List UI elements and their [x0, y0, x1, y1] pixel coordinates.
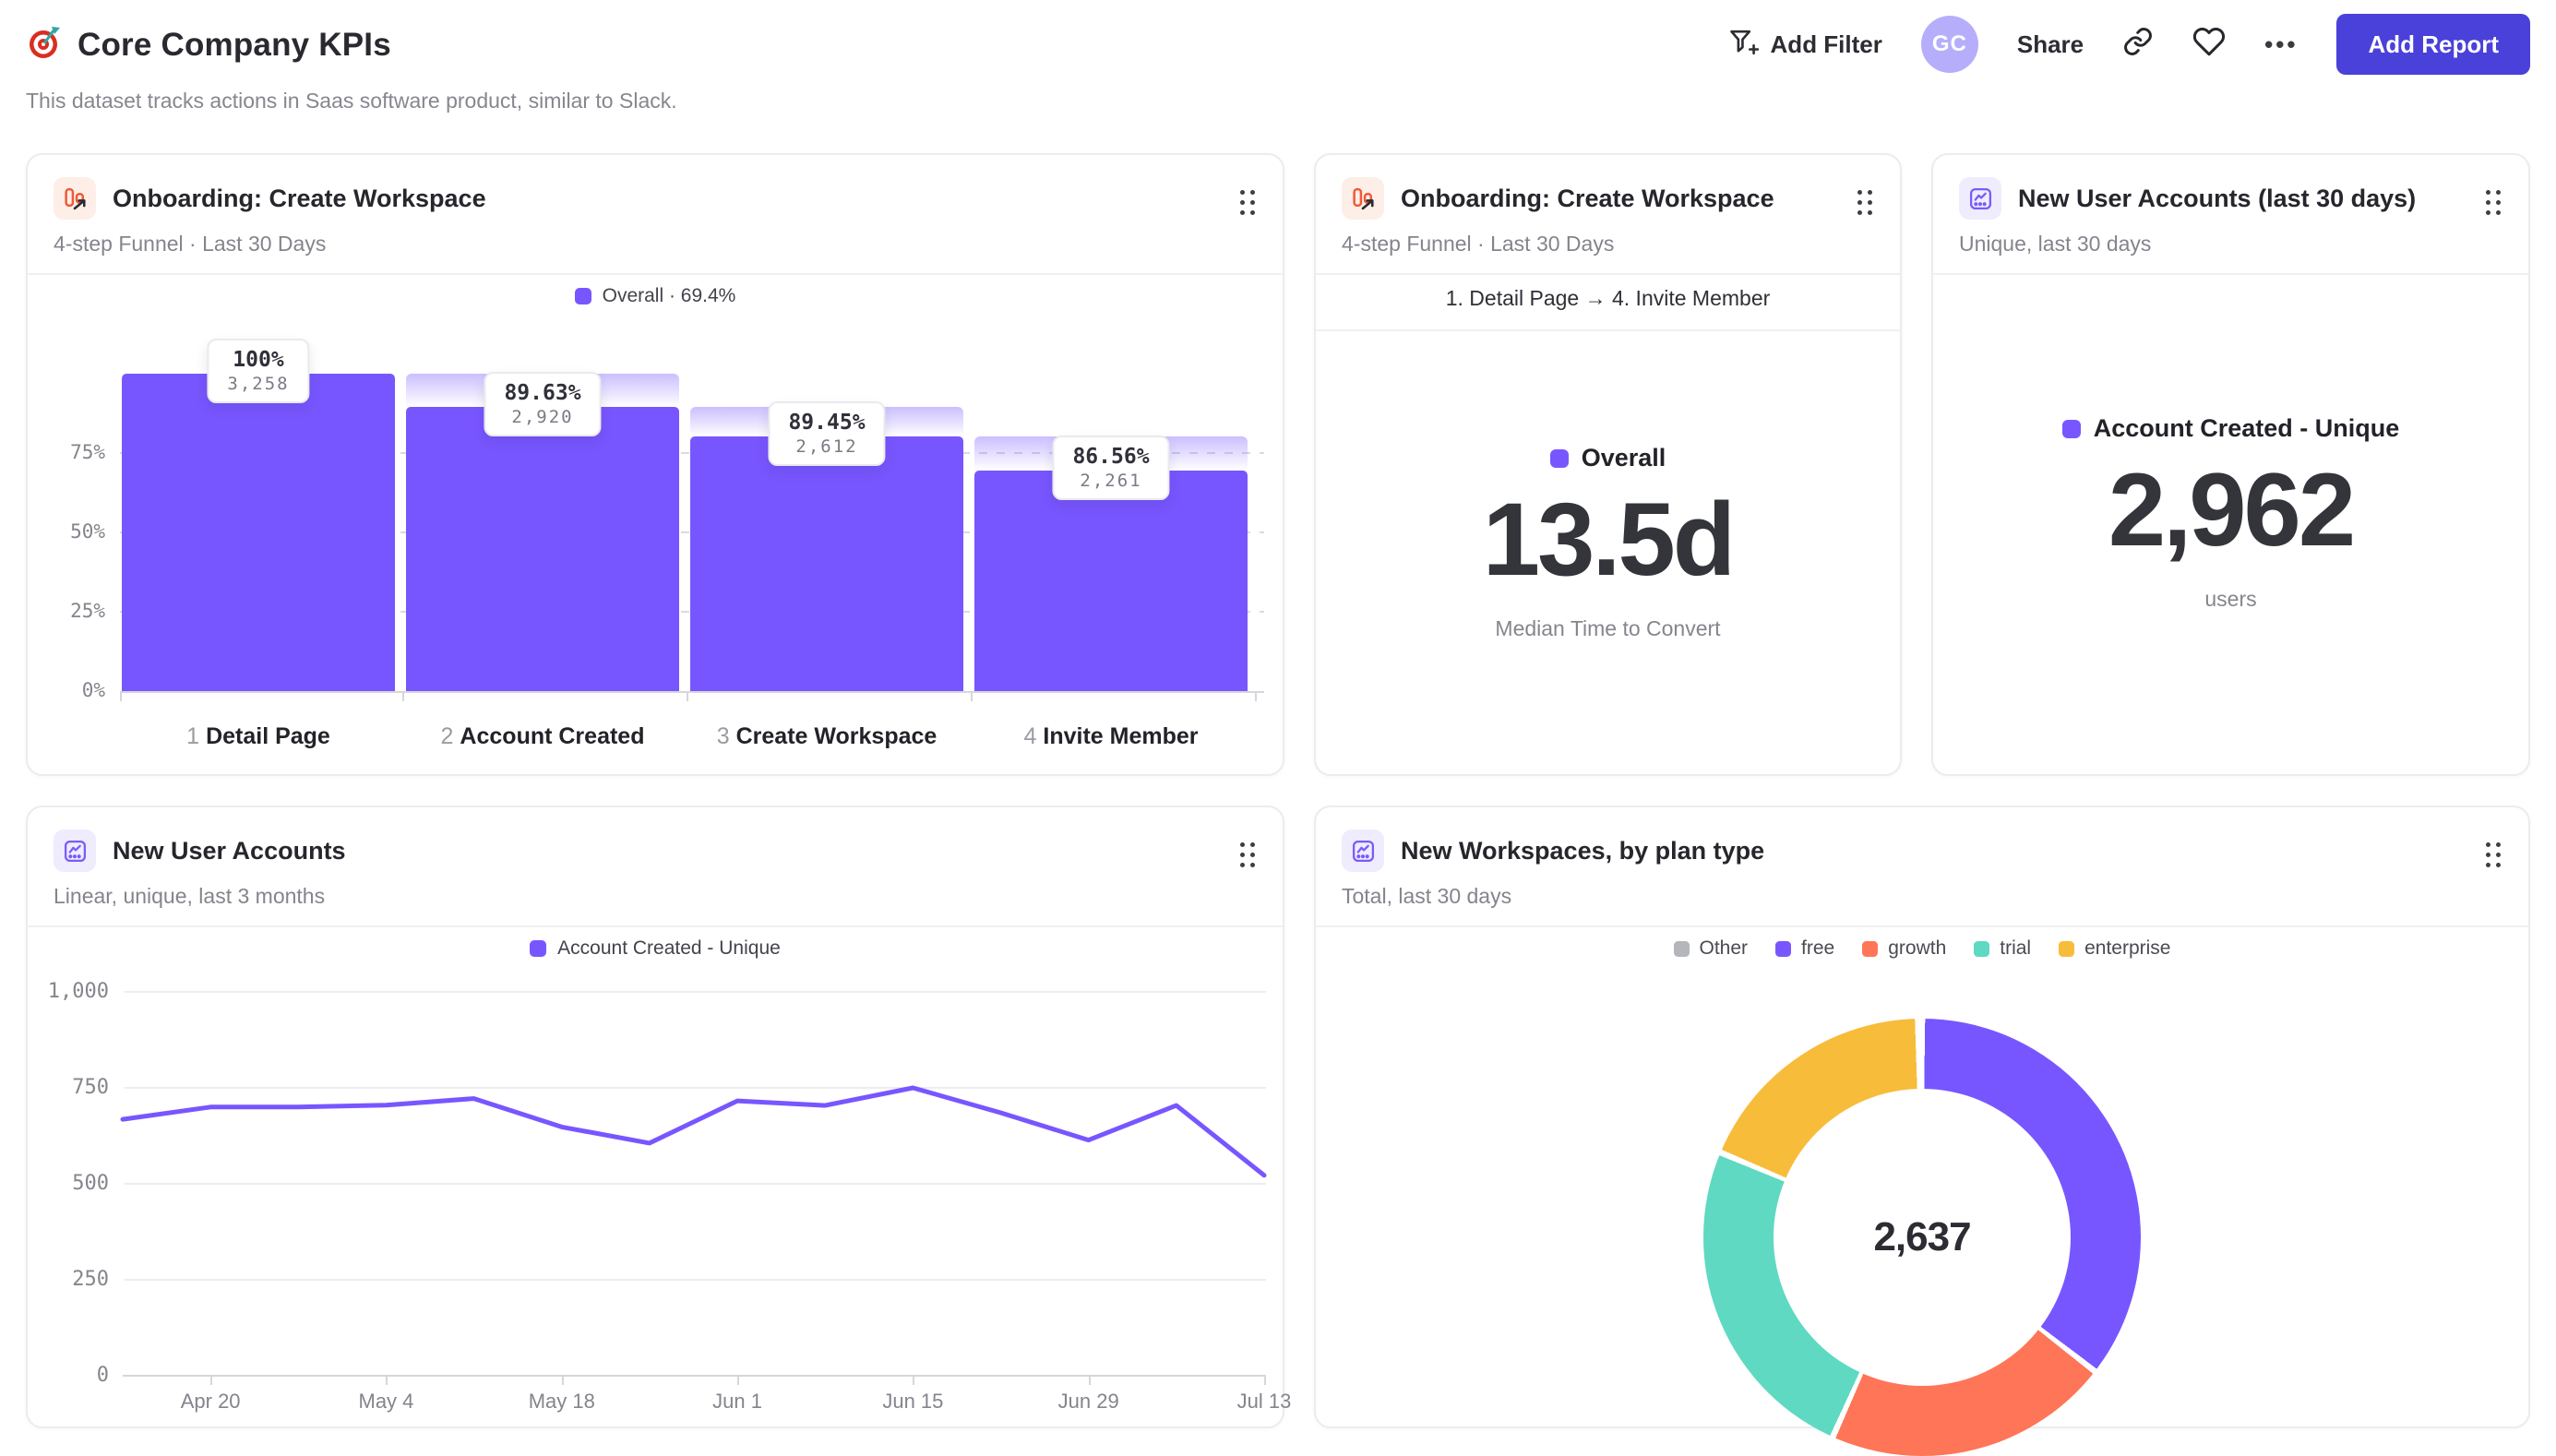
funnel-bar[interactable] [690, 436, 963, 691]
add-filter-button[interactable]: Add Filter [1727, 26, 1882, 64]
legend-item-free[interactable]: free [1775, 937, 1834, 960]
legend-overall[interactable]: Overall [1549, 444, 1666, 472]
insights-chart-icon [1959, 177, 2001, 220]
funnel-step-label: 3 Create Workspace [716, 723, 938, 749]
funnel-step-label: 4 Invite Member [1023, 723, 1199, 749]
legend-item-growth[interactable]: growth [1862, 937, 1946, 960]
funnel-step-label: 2 Account Created [440, 723, 645, 749]
donut-total: 2,637 [1873, 1214, 1971, 1259]
bar-value-tooltip: 89.63% 2,920 [484, 371, 602, 436]
more-menu-button[interactable]: ••• [2264, 30, 2298, 59]
drag-handle[interactable] [2486, 842, 2501, 867]
line-series[interactable] [28, 807, 1286, 1430]
card-header: Onboarding: Create Workspace [1316, 155, 1900, 220]
funnel-bar[interactable] [122, 374, 395, 691]
card-median-time-to-convert: Onboarding: Create Workspace 4-step Funn… [1314, 153, 1902, 776]
legend-label: Other [1699, 937, 1749, 959]
drag-handle[interactable] [1857, 190, 1872, 215]
legend-swatch [1862, 940, 1879, 957]
axis-tick [120, 693, 122, 701]
card-subtitle: 4-step Funnel · Last 30 Days [1342, 232, 1615, 256]
legend-label: Overall [1581, 444, 1666, 471]
share-button[interactable]: Share [2017, 30, 2084, 59]
funnel-chart-icon [1342, 177, 1384, 220]
y-axis-label: 0% [81, 679, 105, 701]
legend-swatch [2059, 940, 2075, 957]
donut-legend: Other free growth trial enterprise [1316, 937, 2528, 960]
funnel-plot: 75% 50% 25% 0% 100% 3,258 1 Detail Page 89.63% 2,… [28, 155, 1283, 774]
card-new-workspaces-by-plan: New Workspaces, by plan type Total, last… [1314, 806, 2530, 1456]
legend-swatch [1673, 940, 1690, 957]
add-filter-label: Add Filter [1770, 30, 1882, 58]
y-axis-label: 25% [70, 600, 105, 622]
target-icon [26, 24, 63, 66]
card-new-user-accounts-30d: New User Accounts (last 30 days) Unique,… [1931, 153, 2530, 776]
filter-plus-icon [1727, 26, 1759, 64]
metric-caption: Median Time to Convert [1495, 615, 1721, 640]
cards-grid: Onboarding: Create Workspace 4-step Funn… [26, 153, 2530, 1456]
legend-swatch [1549, 448, 1569, 468]
axis-tick [402, 693, 404, 701]
y-axis-label: 75% [70, 441, 105, 463]
metric-value: 13.5d [1482, 482, 1736, 597]
legend-account-created[interactable]: Account Created - Unique [2061, 414, 2400, 443]
card-subtitle: Unique, last 30 days [1959, 232, 2152, 256]
link-icon [2122, 26, 2154, 64]
legend-label: free [1801, 937, 1835, 959]
line-plot: 1,000 750 500 250 0 Apr 20 May 4 May 18 Jun 1 Jun… [28, 807, 1292, 1426]
insights-chart-icon [1342, 829, 1384, 872]
funnel-bar[interactable] [974, 471, 1248, 691]
donut-chart[interactable]: 2,637 [1703, 1019, 2141, 1456]
metric-value: 2,962 [2108, 452, 2356, 567]
card-new-user-accounts-line: New User Accounts Linear, unique, last 3… [26, 806, 1292, 1428]
page-title: Core Company KPIs [78, 26, 391, 63]
legend-swatch [1974, 940, 1990, 957]
legend-item-Other[interactable]: Other [1673, 937, 1749, 960]
axis-tick [1255, 693, 1257, 701]
card-onboarding-funnel: Onboarding: Create Workspace 4-step Funn… [26, 153, 1284, 776]
card-subtitle: Total, last 30 days [1342, 884, 1512, 908]
legend-label: enterprise [2084, 937, 2171, 959]
legend-swatch [2061, 419, 2081, 438]
add-report-button[interactable]: Add Report [2336, 14, 2530, 75]
bar-value-tooltip: 86.56% 2,261 [1052, 436, 1170, 501]
bar-value-tooltip: 100% 3,258 [207, 339, 310, 403]
dashboard-page: Core Company KPIs This dataset tracks ac… [0, 0, 2556, 1456]
funnel-bar[interactable] [406, 406, 679, 691]
legend-label: growth [1888, 937, 1947, 959]
avatar[interactable]: GC [1920, 16, 1978, 73]
legend-swatch [1775, 940, 1792, 957]
toolbar: Add Filter GC Share ••• Add Report [1727, 13, 2530, 76]
donut-center: 2,637 [1774, 1089, 2071, 1386]
card-title: New User Accounts (last 30 days) [2018, 184, 2417, 212]
heart-icon [2192, 25, 2226, 65]
legend-item-trial[interactable]: trial [1974, 937, 2031, 960]
funnel-range-label: 1. Detail Page → 4. Invite Member [1316, 274, 1900, 331]
legend-item-enterprise[interactable]: enterprise [2059, 937, 2170, 960]
funnel-step-label: 1 Detail Page [186, 723, 330, 749]
legend-label: Account Created - Unique [2093, 414, 2400, 442]
x-axis-line [120, 691, 1264, 693]
favorite-button[interactable] [2192, 25, 2226, 65]
page-header: Core Company KPIs [26, 24, 391, 66]
y-axis-label: 50% [70, 520, 105, 543]
axis-tick [687, 693, 688, 701]
page-subtitle: This dataset tracks actions in Saas soft… [26, 89, 677, 113]
card-header: New User Accounts (last 30 days) [1933, 155, 2528, 220]
card-title: New Workspaces, by plan type [1401, 836, 1765, 865]
card-header: New Workspaces, by plan type [1316, 807, 2528, 872]
copy-link-button[interactable] [2122, 26, 2154, 64]
axis-tick [971, 693, 973, 701]
drag-handle[interactable] [2486, 190, 2501, 215]
card-title: Onboarding: Create Workspace [1401, 184, 1774, 212]
metric-caption: users [2204, 586, 2257, 611]
bar-value-tooltip: 89.45% 2,612 [768, 401, 886, 467]
legend-label: trial [2000, 937, 2032, 959]
